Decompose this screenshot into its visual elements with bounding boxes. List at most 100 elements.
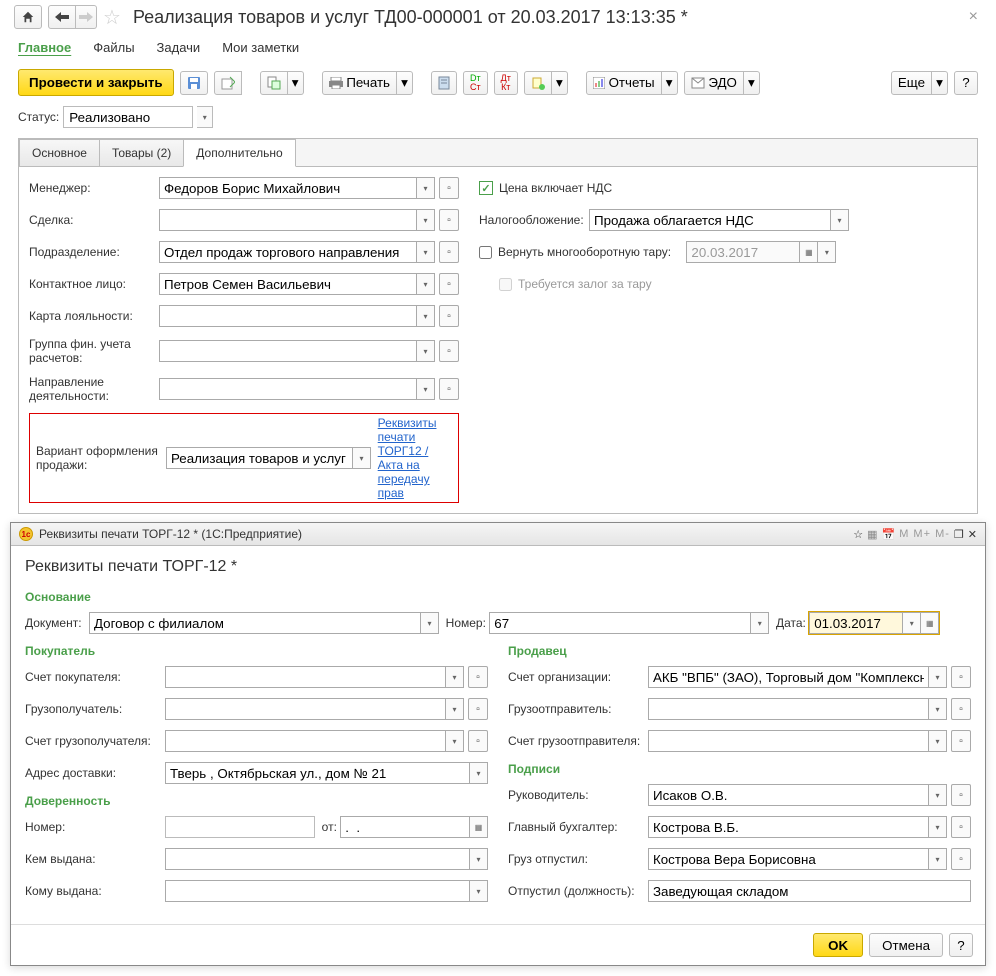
loyalty-select[interactable]: ▾ [417,305,435,327]
subtab-extra[interactable]: Дополнительно [183,139,295,167]
consignee-input[interactable] [165,698,446,720]
proxy-date-input[interactable] [340,816,470,838]
tab-notes[interactable]: Мои заметки [222,40,299,55]
dept-select[interactable]: ▾ [417,241,435,263]
based-on-dropdown[interactable]: ▾ [288,71,304,95]
based-on-button[interactable] [260,71,288,95]
ok-button[interactable]: OK [813,933,863,957]
accountant-open[interactable]: ▫ [951,816,971,838]
cancel-button[interactable]: Отмена [869,933,943,957]
dialog-help-button[interactable]: ? [949,933,973,957]
tab-files[interactable]: Файлы [93,40,134,55]
restore-icon[interactable]: ❐ [954,528,964,541]
reports-dropdown[interactable]: ▾ [662,71,678,95]
tax-input[interactable] [589,209,831,231]
fingroup-open[interactable]: ▫ [439,340,459,362]
issued-by-input[interactable] [165,848,470,870]
released-pos-input[interactable] [648,880,971,902]
more-button[interactable]: Еще [891,71,932,95]
consignor-input[interactable] [648,698,929,720]
head-sel[interactable]: ▾ [929,784,947,806]
edo-dropdown[interactable]: ▾ [744,71,760,95]
tab-main[interactable]: Главное [18,40,71,55]
num-input[interactable] [489,612,751,634]
return-tare-checkbox[interactable] [479,246,492,259]
loyalty-input[interactable] [159,305,417,327]
help-button[interactable]: ? [954,71,978,95]
released-sel[interactable]: ▾ [929,848,947,870]
edo-button[interactable]: ЭДО [684,71,744,95]
direction-select[interactable]: ▾ [417,378,435,400]
issued-to-input[interactable] [165,880,470,902]
head-input[interactable] [648,784,929,806]
buyer-account-sel[interactable]: ▾ [446,666,464,688]
contact-input[interactable] [159,273,417,295]
ktdt-button[interactable]: ДтКт [494,71,518,95]
consignor-account-input[interactable] [648,730,929,752]
status-dropdown[interactable]: ▾ [197,106,213,128]
delivery-sel[interactable]: ▾ [470,762,488,784]
dtkt-button[interactable]: DтCт [463,71,488,95]
memory-buttons[interactable]: М М+ М- [899,528,950,540]
fav-dialog-icon[interactable]: ☆ [853,528,863,541]
doc-input[interactable] [89,612,421,634]
price-vat-checkbox[interactable]: ✓ [479,181,493,195]
contact-select[interactable]: ▾ [417,273,435,295]
num-select[interactable]: ▾ [751,612,769,634]
close-dialog-icon[interactable]: ✕ [968,528,977,541]
date-input[interactable] [809,612,903,634]
dept-open[interactable]: ▫ [439,241,459,263]
consignor-account-open[interactable]: ▫ [951,730,971,752]
consignee-sel[interactable]: ▾ [446,698,464,720]
date-cal[interactable]: ▦ [921,612,939,634]
proxy-date-cal[interactable]: ▦ [470,816,488,838]
issued-to-sel[interactable]: ▾ [470,880,488,902]
tab-tasks[interactable]: Задачи [157,40,201,55]
subtab-main[interactable]: Основное [19,139,100,167]
deal-input[interactable] [159,209,417,231]
buyer-account-open[interactable]: ▫ [468,666,488,688]
loyalty-open[interactable]: ▫ [439,305,459,327]
released-input[interactable] [648,848,929,870]
print-dropdown[interactable]: ▾ [397,71,413,95]
attach-dropdown[interactable]: ▾ [552,71,568,95]
delivery-input[interactable] [165,762,470,784]
deal-open[interactable]: ▫ [439,209,459,231]
accountant-sel[interactable]: ▾ [929,816,947,838]
date-sel[interactable]: ▾ [903,612,921,634]
consignor-open[interactable]: ▫ [951,698,971,720]
status-value[interactable] [63,106,193,128]
head-open[interactable]: ▫ [951,784,971,806]
org-account-open[interactable]: ▫ [951,666,971,688]
files-button[interactable] [431,71,457,95]
variant-input[interactable] [166,447,353,469]
accountant-input[interactable] [648,816,929,838]
released-open[interactable]: ▫ [951,848,971,870]
print-requisites-link[interactable]: Реквизиты печати ТОРГ12 / Акта на переда… [378,416,452,500]
forward-button[interactable] [76,5,97,29]
tax-select[interactable]: ▾ [831,209,849,231]
doc-select[interactable]: ▾ [421,612,439,634]
consignor-account-sel[interactable]: ▾ [929,730,947,752]
consignee-account-sel[interactable]: ▾ [446,730,464,752]
org-account-input[interactable] [648,666,929,688]
buyer-account-input[interactable] [165,666,446,688]
org-account-sel[interactable]: ▾ [929,666,947,688]
back-button[interactable] [48,5,76,29]
print-button[interactable]: Печать [322,71,397,95]
fingroup-select[interactable]: ▾ [417,340,435,362]
manager-select[interactable]: ▾ [417,177,435,199]
attach-button[interactable] [524,71,552,95]
favorite-icon[interactable]: ☆ [103,5,121,30]
contact-open[interactable]: ▫ [439,273,459,295]
save-button[interactable] [180,71,208,95]
subtab-goods[interactable]: Товары (2) [99,139,184,167]
dept-input[interactable] [159,241,417,263]
reports-button[interactable]: Отчеты [586,71,662,95]
consignee-open[interactable]: ▫ [468,698,488,720]
post-button[interactable] [214,71,242,95]
variant-select[interactable]: ▾ [353,447,371,469]
calc-icon[interactable]: ▦ [867,528,877,541]
proxy-num-input[interactable] [165,816,315,838]
consignee-account-open[interactable]: ▫ [468,730,488,752]
